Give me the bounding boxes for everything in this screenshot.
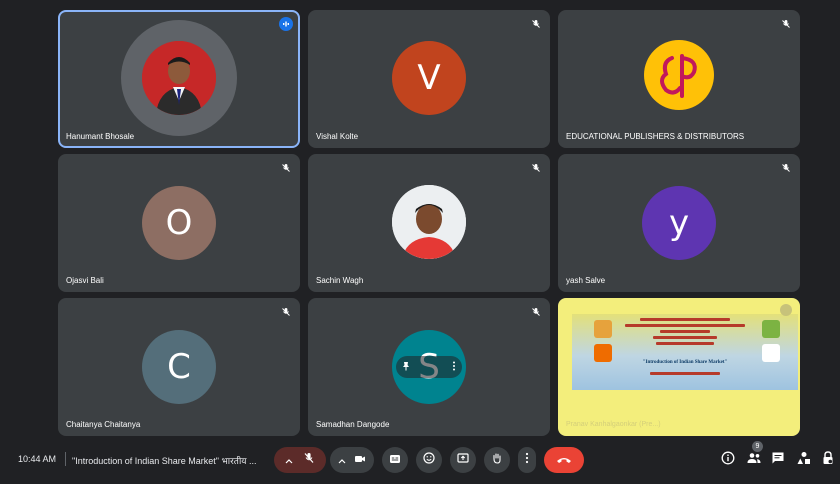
participant-name: Vishal Kolte — [316, 132, 359, 141]
activities-icon[interactable] — [797, 451, 811, 470]
people-button[interactable] — [744, 450, 764, 470]
participant-tile-hanumant-bhosale[interactable]: Hanumant Bhosale — [58, 10, 300, 148]
participant-name: Ojasvi Bali — [66, 276, 104, 285]
slide-title: "Introduction of Indian Share Market" — [642, 360, 728, 365]
speaking-indicator-icon — [279, 17, 293, 31]
chat-button[interactable] — [768, 450, 788, 470]
presentation-tile[interactable]: "Introduction of Indian Share Market" Pr… — [558, 298, 800, 436]
people-icon[interactable] — [747, 451, 761, 469]
info-icon[interactable] — [721, 451, 735, 470]
college-emblem — [762, 320, 780, 338]
naac-logo — [762, 344, 780, 362]
mic-off-icon[interactable] — [303, 451, 315, 469]
chevron-up-icon[interactable] — [285, 451, 293, 469]
participant-photo — [142, 41, 216, 115]
more-options-button[interactable] — [518, 447, 536, 473]
more-options-icon[interactable] — [452, 361, 456, 373]
present-icon[interactable] — [457, 451, 469, 469]
camera-toggle-button[interactable] — [330, 447, 374, 473]
meeting-title: "Introduction of Indian Share Market" भा… — [72, 456, 257, 466]
avatar: y — [642, 186, 716, 260]
participant-tile-educational-publishers[interactable]: EDUCATIONAL PUBLISHERS & DISTRIBUTORS — [558, 10, 800, 148]
college-logo — [594, 320, 612, 338]
mic-off-icon — [780, 18, 792, 30]
raise-hand-button[interactable] — [484, 447, 510, 473]
captions-button[interactable] — [382, 447, 408, 473]
avatar: V — [392, 41, 466, 115]
lock-icon[interactable] — [822, 450, 834, 470]
department-logo — [594, 344, 612, 362]
activities-button[interactable] — [794, 450, 814, 470]
captions-icon[interactable] — [389, 451, 401, 469]
slide-text-line — [656, 342, 714, 345]
reactions-button[interactable] — [416, 447, 442, 473]
mic-off-icon — [530, 18, 542, 30]
meeting-details-button[interactable] — [718, 450, 738, 470]
more-options-icon[interactable] — [525, 451, 529, 469]
emoji-icon[interactable] — [423, 451, 435, 469]
slide-text-line — [660, 330, 710, 333]
mic-off-icon — [280, 306, 292, 318]
chat-icon[interactable] — [771, 451, 785, 470]
participant-grid: Hanumant Bhosale V Vishal Kolte EDUCATIO… — [58, 10, 800, 436]
participant-photo — [392, 185, 466, 259]
mic-off-icon — [280, 162, 292, 174]
participant-tile-vishal-kolte[interactable]: V Vishal Kolte — [308, 10, 550, 148]
participant-tile-yash-salve[interactable]: y yash Salve — [558, 154, 800, 292]
participant-name: Chaitanya Chaitanya — [66, 420, 141, 429]
mic-off-icon — [780, 162, 792, 174]
presentation-slide: "Introduction of Indian Share Market" — [572, 314, 798, 390]
mic-off-icon — [530, 162, 542, 174]
people-count-badge: 9 — [752, 441, 763, 452]
participant-name: Hanumant Bhosale — [66, 132, 135, 141]
leave-call-button[interactable] — [544, 447, 584, 473]
raise-hand-icon[interactable] — [491, 451, 503, 469]
meeting-controls-bar: 10:44 AM "Introduction of Indian Share M… — [0, 440, 840, 484]
end-call-icon[interactable] — [556, 451, 572, 469]
publisher-logo — [644, 40, 714, 110]
participant-name: yash Salve — [566, 276, 606, 285]
tile-hover-controls[interactable] — [396, 356, 462, 378]
avatar: O — [142, 186, 216, 260]
camera-icon[interactable] — [354, 451, 366, 469]
mic-off-icon — [530, 306, 542, 318]
meeting-clock: 10:44 AM — [18, 454, 57, 464]
chevron-up-icon[interactable] — [338, 451, 346, 469]
participant-tile-chaitanya[interactable]: C Chaitanya Chaitanya — [58, 298, 300, 436]
participant-tile-sachin-wagh[interactable]: Sachin Wagh — [308, 154, 550, 292]
avatar: C — [142, 330, 216, 404]
slide-text-line — [650, 372, 720, 375]
participant-name: EDUCATIONAL PUBLISHERS & DISTRIBUTORS — [566, 132, 745, 141]
participant-name: Samadhan Dangode — [316, 420, 390, 429]
host-controls-button[interactable] — [818, 450, 838, 470]
divider — [65, 452, 66, 466]
presenter-name: Pranav Kanhalgaonkar (Pre...) — [566, 421, 661, 428]
slide-text-line — [625, 324, 745, 327]
slide-text-line — [653, 336, 717, 339]
presenter-indicator-icon — [780, 304, 792, 316]
participant-name: Sachin Wagh — [316, 276, 364, 285]
pin-icon[interactable] — [402, 361, 410, 373]
participant-tile-samadhan-dangode[interactable]: S Samadhan Dangode — [308, 298, 550, 436]
slide-text-line — [640, 318, 730, 321]
present-now-button[interactable] — [450, 447, 476, 473]
mic-toggle-button[interactable] — [274, 447, 326, 473]
participant-tile-ojasvi-bali[interactable]: O Ojasvi Bali — [58, 154, 300, 292]
